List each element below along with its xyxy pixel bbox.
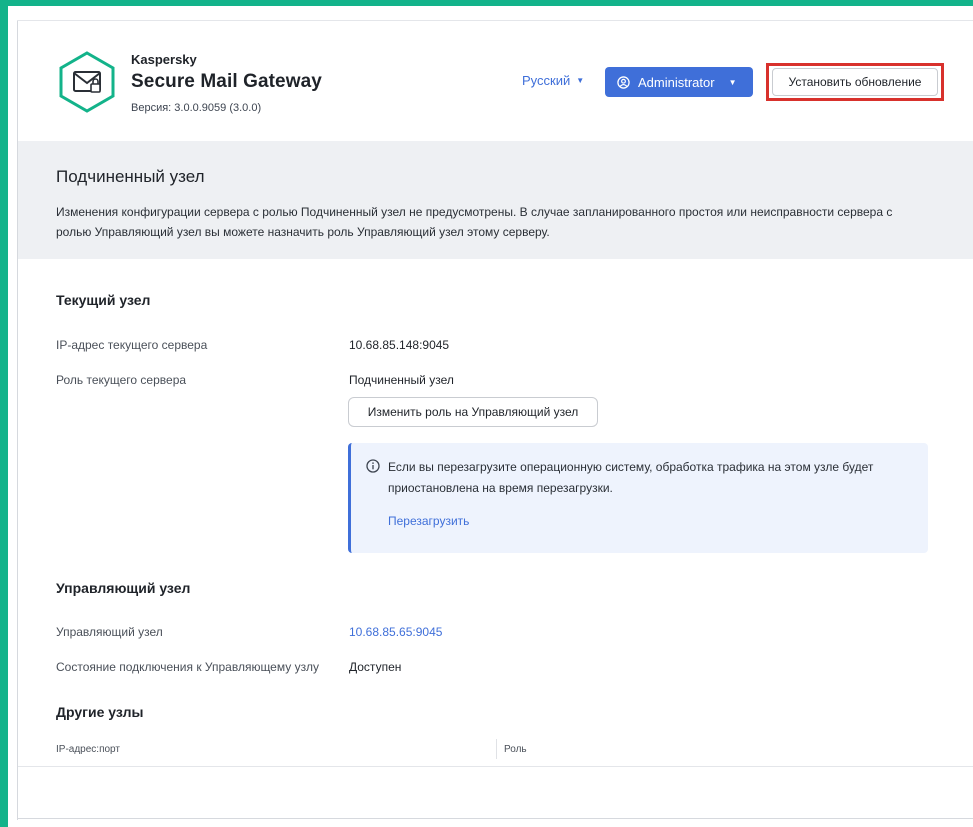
app-header: Kaspersky Secure Mail Gateway Версия: 3.… xyxy=(18,21,973,141)
user-circle-icon xyxy=(617,75,630,89)
language-label: Русский xyxy=(522,73,571,88)
managing-node-label: Управляющий узел xyxy=(56,625,163,639)
caret-down-icon: ▼ xyxy=(728,77,737,87)
reboot-notice: Если вы перезагрузите операционную систе… xyxy=(348,443,928,553)
user-menu-button[interactable]: Administrator ▼ xyxy=(605,67,753,97)
product-name: Secure Mail Gateway xyxy=(131,71,322,92)
frame-top-border xyxy=(0,0,973,6)
page-title: Подчиненный узел xyxy=(56,167,205,186)
managing-node-title: Управляющий узел xyxy=(56,580,191,596)
column-header-role[interactable]: Роль xyxy=(504,744,527,755)
user-name: Administrator xyxy=(638,74,715,90)
current-role-value: Подчиненный узел xyxy=(349,373,454,387)
current-node-title: Текущий узел xyxy=(56,292,151,308)
install-update-button[interactable]: Установить обновление xyxy=(772,68,938,96)
window-edge-bottom xyxy=(17,818,973,819)
managing-node-link[interactable]: 10.68.85.65:9045 xyxy=(349,625,442,639)
notice-text: Если вы перезагрузите операционную систе… xyxy=(388,460,874,495)
connection-status-label: Состояние подключения к Управляющему узл… xyxy=(56,660,319,674)
current-ip-label: IP-адрес текущего сервера xyxy=(56,338,208,352)
change-role-button[interactable]: Изменить роль на Управляющий узел xyxy=(348,397,598,427)
other-nodes-title: Другие узлы xyxy=(56,704,144,720)
vendor-name: Kaspersky xyxy=(131,52,197,67)
mail-lock-icon xyxy=(59,51,115,113)
banner-description: Изменения конфигурации сервера с ролью П… xyxy=(56,205,893,239)
caret-down-icon: ▼ xyxy=(576,76,585,85)
connection-status-value: Доступен xyxy=(349,660,402,674)
reboot-link[interactable]: Перезагрузить xyxy=(388,514,469,528)
frame-left-border xyxy=(0,0,8,827)
install-update-highlight: Установить обновление xyxy=(766,63,944,101)
current-ip-value: 10.68.85.148:9045 xyxy=(349,338,450,352)
product-version: Версия: 3.0.0.9059 (3.0.0) xyxy=(131,102,262,114)
column-divider xyxy=(496,739,497,759)
other-nodes-table-header: IP-адрес:порт Роль xyxy=(18,731,973,767)
language-select[interactable]: Русский ▼ xyxy=(522,73,584,88)
info-icon xyxy=(366,459,380,473)
role-banner: Подчиненный узел Изменения конфигурации … xyxy=(18,141,973,259)
column-header-ip-port[interactable]: IP-адрес:порт xyxy=(56,744,120,755)
current-role-label: Роль текущего сервера xyxy=(56,373,187,387)
